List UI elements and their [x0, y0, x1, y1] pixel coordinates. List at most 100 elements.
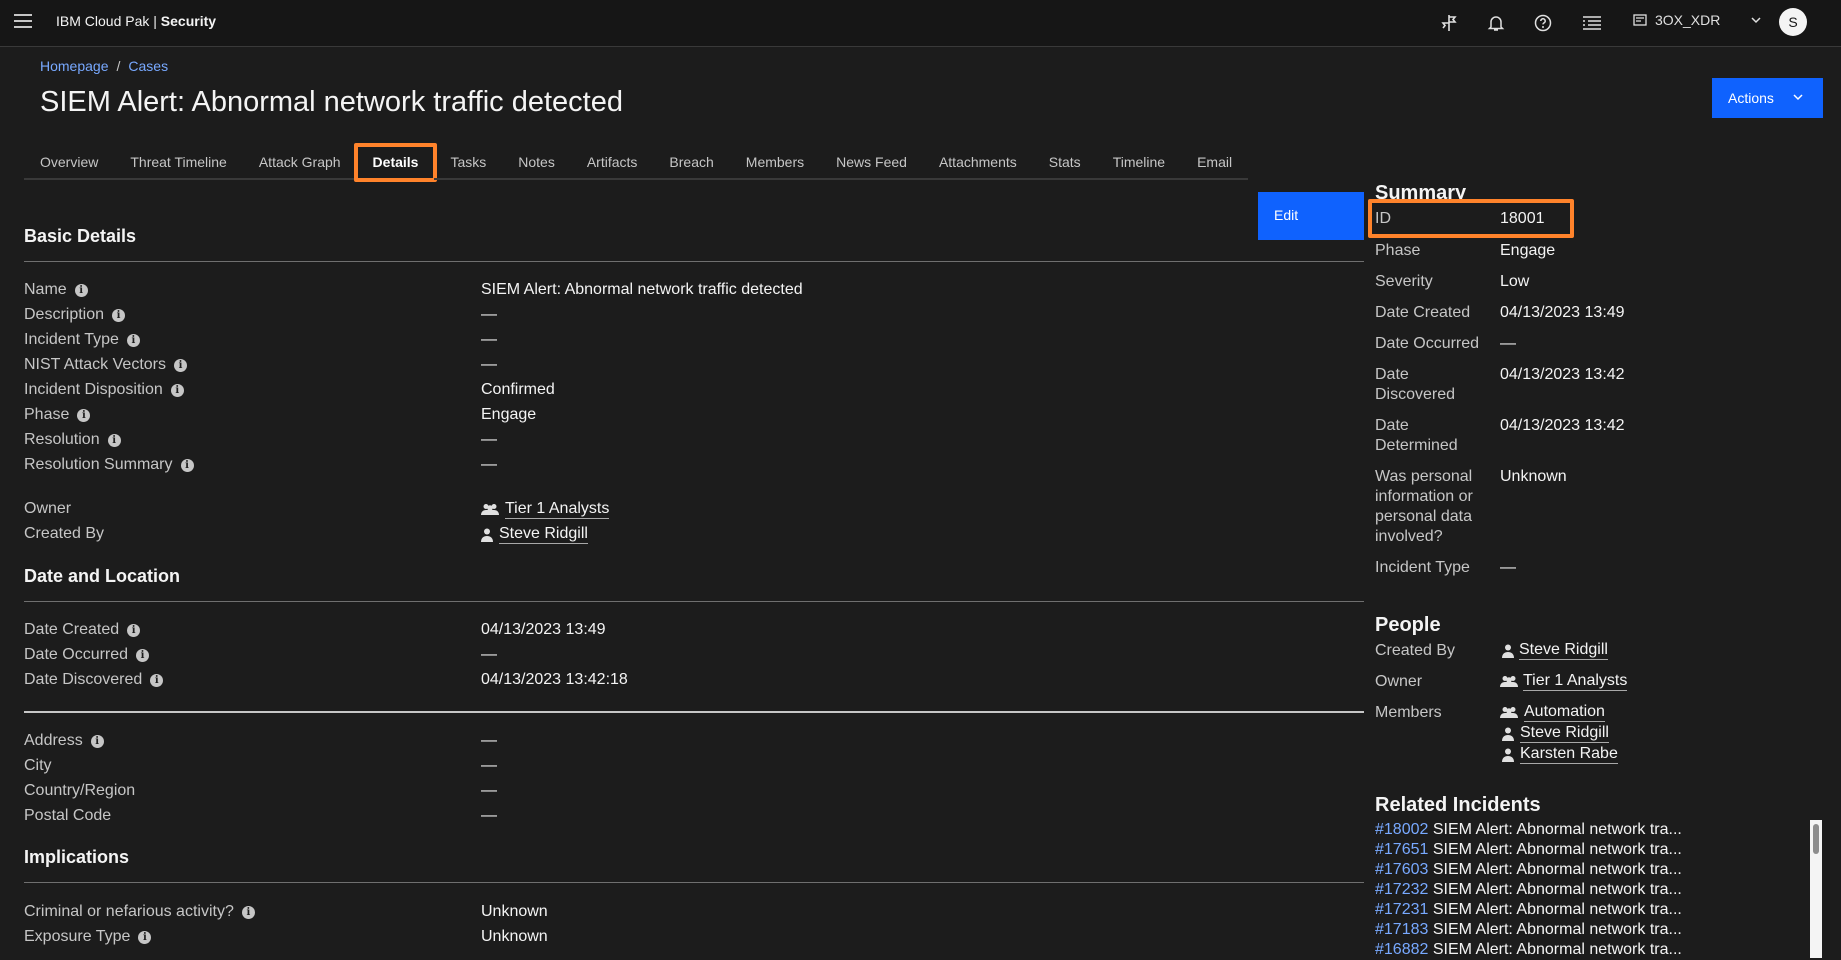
info-icon[interactable]: i: [136, 648, 150, 662]
related-incident[interactable]: #16882 SIEM Alert: Abnormal network tra.…: [1375, 940, 1682, 960]
tab-tasks[interactable]: Tasks: [434, 146, 503, 180]
tab-overview[interactable]: Overview: [24, 146, 115, 180]
account-name: 3OX_XDR: [1655, 12, 1721, 28]
tab-attack-graph[interactable]: Attack Graph: [242, 146, 357, 180]
field-created-by: Created By Steve Ridgill: [24, 525, 1354, 547]
member-link[interactable]: Automation: [1524, 703, 1605, 722]
related-incident[interactable]: #17231 SIEM Alert: Abnormal network tra.…: [1375, 900, 1682, 920]
date-location-heading: Date and Location: [24, 566, 181, 586]
tab-timeline[interactable]: Timeline: [1096, 146, 1182, 180]
pin-icon[interactable]: [1437, 11, 1461, 35]
info-icon[interactable]: i: [170, 383, 184, 397]
breadcrumb-separator: /: [116, 58, 121, 74]
info-icon[interactable]: i: [138, 930, 152, 944]
tab-stats[interactable]: Stats: [1032, 146, 1097, 180]
info-icon[interactable]: i: [107, 433, 121, 447]
summary-value: 18001: [1500, 210, 1545, 227]
info-icon[interactable]: i: [180, 458, 194, 472]
related-incident[interactable]: #18002 SIEM Alert: Abnormal network tra.…: [1375, 820, 1682, 840]
related-incidents-list: #18002 SIEM Alert: Abnormal network tra.…: [1375, 820, 1682, 960]
incident-title: SIEM Alert: Abnormal network tra...: [1432, 901, 1682, 918]
app-brand[interactable]: IBM Cloud Pak | Security: [56, 13, 216, 29]
field-incident-disposition: Incident Disposition i Confirmed: [24, 381, 1354, 403]
breadcrumb-homepage[interactable]: Homepage: [40, 58, 109, 74]
field-label: Name: [24, 281, 67, 298]
tab-attachments[interactable]: Attachments: [922, 146, 1033, 180]
tab-breach[interactable]: Breach: [653, 146, 730, 180]
summary-label: Date Created: [1375, 304, 1471, 321]
tab-notes[interactable]: Notes: [502, 146, 571, 180]
divider: [24, 882, 1364, 883]
field-incident-type: Incident Type i —: [24, 331, 1354, 353]
info-icon[interactable]: i: [241, 905, 255, 919]
related-incidents-scrollbar[interactable]: [1810, 820, 1822, 958]
field-value: —: [481, 807, 497, 824]
field-label: Incident Disposition: [24, 381, 163, 398]
info-icon[interactable]: i: [112, 308, 126, 322]
help-icon[interactable]: [1531, 11, 1555, 35]
summary-label: Date Determined: [1375, 417, 1458, 454]
field-label: City: [24, 757, 52, 774]
tab-members[interactable]: Members: [729, 146, 821, 180]
field-label: Owner: [24, 500, 72, 517]
notification-bell-icon[interactable]: [1484, 11, 1508, 35]
incident-title: SIEM Alert: Abnormal network tra...: [1432, 821, 1682, 838]
member-link[interactable]: Steve Ridgill: [1520, 724, 1609, 743]
created-by-link[interactable]: Steve Ridgill: [499, 525, 588, 544]
info-icon[interactable]: i: [74, 283, 88, 297]
incident-title: SIEM Alert: Abnormal network tra...: [1432, 861, 1682, 878]
related-incident[interactable]: #17603 SIEM Alert: Abnormal network tra.…: [1375, 860, 1682, 880]
people-label: Owner: [1375, 673, 1423, 690]
info-icon[interactable]: i: [127, 623, 141, 637]
info-icon[interactable]: i: [77, 408, 91, 422]
summary-value: Engage: [1500, 242, 1556, 259]
created-by-link[interactable]: Steve Ridgill: [1519, 641, 1608, 660]
owner-link[interactable]: Tier 1 Analysts: [1523, 672, 1628, 691]
incident-number: #18002: [1375, 821, 1429, 838]
field-criminal-activity: Criminal or nefarious activity? i Unknown: [24, 903, 1354, 925]
menu-icon[interactable]: [14, 14, 32, 28]
field-value: Confirmed: [481, 381, 555, 398]
breadcrumb-cases[interactable]: Cases: [128, 58, 168, 74]
field-label: Phase: [24, 406, 70, 423]
people-label: Created By: [1375, 642, 1456, 659]
field-value: —: [481, 306, 497, 323]
field-value: SIEM Alert: Abnormal network traffic det…: [481, 281, 803, 298]
member-link[interactable]: Karsten Rabe: [1520, 745, 1618, 764]
tab-details[interactable]: Details: [353, 143, 438, 182]
incident-title: SIEM Alert: Abnormal network tra...: [1432, 921, 1682, 938]
edit-button[interactable]: Edit: [1258, 192, 1364, 240]
field-label: Exposure Type: [24, 928, 131, 945]
tab-email[interactable]: Email: [1181, 146, 1249, 180]
tab-artifacts[interactable]: Artifacts: [570, 146, 654, 180]
people-label: Members: [1375, 704, 1442, 721]
related-incident[interactable]: #17232 SIEM Alert: Abnormal network tra.…: [1375, 880, 1682, 900]
field-label: Resolution Summary: [24, 456, 173, 473]
owner-link[interactable]: Tier 1 Analysts: [505, 500, 610, 519]
actions-button[interactable]: Actions: [1712, 78, 1823, 118]
actions-label: Actions: [1728, 90, 1774, 106]
field-date-occurred: Date Occurred i —: [24, 646, 1354, 668]
summary-label: ID: [1375, 210, 1391, 227]
related-incident[interactable]: #17183 SIEM Alert: Abnormal network tra.…: [1375, 920, 1682, 940]
tab-threat-timeline[interactable]: Threat Timeline: [114, 146, 243, 180]
member-item: Automation: [1500, 703, 1618, 722]
scrollbar-thumb[interactable]: [1813, 824, 1819, 854]
info-icon[interactable]: i: [126, 333, 140, 347]
incident-number: #17603: [1375, 861, 1429, 878]
field-label: Date Occurred: [24, 646, 129, 663]
info-icon[interactable]: i: [173, 358, 187, 372]
related-incident[interactable]: #17651 SIEM Alert: Abnormal network tra.…: [1375, 840, 1682, 860]
field-value: Unknown: [481, 928, 548, 945]
info-icon[interactable]: i: [90, 734, 104, 748]
info-icon[interactable]: i: [150, 673, 164, 687]
user-avatar[interactable]: S: [1779, 8, 1807, 36]
breadcrumb: Homepage / Cases: [40, 58, 168, 74]
activity-list-icon[interactable]: [1580, 11, 1604, 35]
tab-news-feed[interactable]: News Feed: [820, 146, 923, 180]
field-date-created: Date Created i 04/13/2023 13:49: [24, 621, 1354, 643]
summary-value: 04/13/2023 13:42: [1500, 366, 1625, 383]
account-switcher[interactable]: 3OX_XDR: [1633, 12, 1762, 28]
top-header: IBM Cloud Pak | Security 3OX_XDR S: [0, 0, 1841, 47]
member-item: Steve Ridgill: [1500, 724, 1618, 743]
